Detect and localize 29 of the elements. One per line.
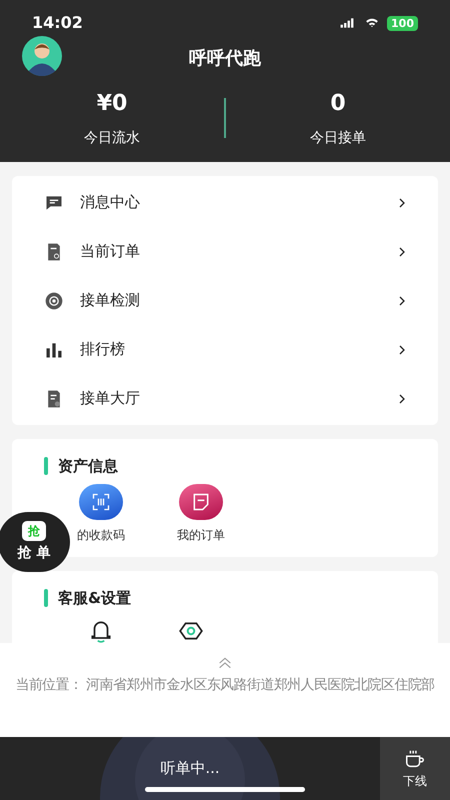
grab-order-button[interactable]: 抢 抢 单 <box>0 512 70 572</box>
menu-item[interactable]: 排行榜 <box>12 325 438 374</box>
menu-item[interactable]: 接单大厅 <box>12 374 438 423</box>
stat-value: 0 <box>330 90 346 118</box>
divider-line <box>224 98 226 138</box>
grab-badge: 抢 <box>22 520 46 540</box>
app-title: 呼呼代跑 <box>189 46 261 70</box>
menu-item[interactable]: 接单检测 <box>12 276 438 325</box>
accent-bar <box>44 589 48 608</box>
target-icon <box>44 290 64 310</box>
asset-item[interactable]: 的收款码 <box>70 484 132 544</box>
status-time: 14:02 <box>32 12 83 34</box>
section-title: 资产信息 <box>58 456 118 477</box>
avatar-icon <box>22 36 62 76</box>
battery-indicator: 100 <box>387 16 418 30</box>
accent-bar <box>44 457 48 476</box>
stat-label: 今日流水 <box>84 129 140 148</box>
section-title: 客服&设置 <box>58 588 132 609</box>
location-text: 当前位置： 河南省郑州市金水区东风路街道郑州人民医院北院区住院部 <box>14 676 436 695</box>
menu-item[interactable]: 消息中心 <box>12 178 438 227</box>
menu-item[interactable]: 当前订单 <box>12 227 438 276</box>
offline-button[interactable]: 下线 <box>380 737 450 800</box>
grab-label: 抢 单 <box>18 544 50 562</box>
note-icon <box>191 492 211 512</box>
listening-status: 听单中... <box>160 758 220 780</box>
stat-value: ¥0 <box>96 90 128 118</box>
stat-label: 今日接单 <box>310 129 366 148</box>
scan-icon <box>91 492 111 512</box>
asset-item[interactable]: 我的订单 <box>170 484 232 544</box>
